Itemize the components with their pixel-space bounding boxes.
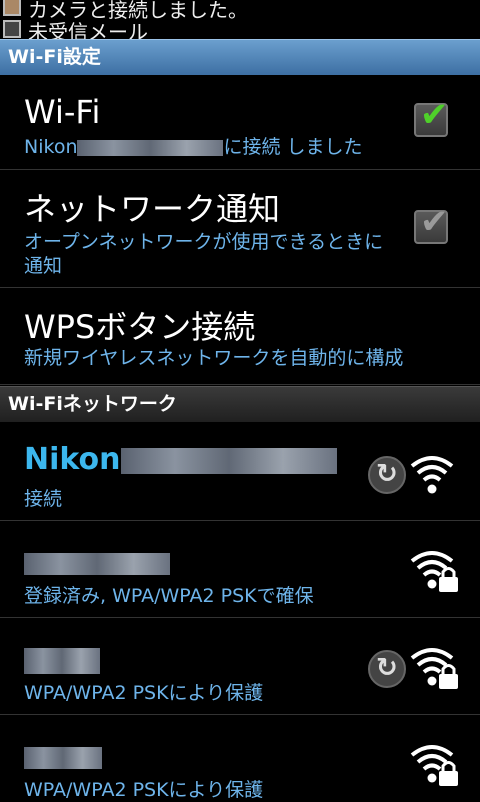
network-name	[24, 739, 102, 774]
wifi-locked-icon	[410, 551, 458, 592]
redacted-ssid	[24, 552, 170, 575]
wps-icon: ↻	[368, 456, 406, 494]
notification-text: 未受信メール	[28, 20, 148, 40]
wifi-locked-icon	[410, 745, 458, 786]
wifi-settings-header: Wi-Fi設定	[0, 39, 480, 75]
wps-button-subtitle: 新規ワイヤレスネットワークを自動的に構成	[24, 347, 404, 369]
network-notification-title: ネットワーク通知	[24, 190, 281, 228]
check-icon: ✔	[420, 202, 449, 242]
network-notification-subtitle: オープンネットワークが使用できるときに通知	[24, 231, 384, 277]
redacted-ssid	[77, 139, 224, 156]
network-status: 接続	[24, 488, 63, 510]
wifi-signal-icon	[410, 456, 454, 494]
check-icon: ✔	[420, 95, 449, 135]
network-item-protected[interactable]: WPA/WPA2 PSKにより保護	[0, 715, 480, 801]
network-name	[24, 642, 100, 677]
network-item-connected[interactable]: Nikon 接続 ↻	[0, 422, 480, 521]
network-status: 登録済み, WPA/WPA2 PSKで確保	[24, 585, 314, 607]
wifi-networks-header: Wi-Fiネットワーク	[0, 386, 480, 422]
notification-bar: カメラと接続しました。 未受信メール	[0, 0, 480, 40]
wifi-checkbox[interactable]: ✔	[414, 95, 449, 137]
network-status: WPA/WPA2 PSKにより保護	[24, 682, 264, 704]
network-name: Nikon	[24, 442, 337, 477]
wps-icon: ↻	[368, 650, 406, 688]
wifi-toggle-title: Wi-Fi	[24, 93, 101, 131]
redacted-ssid	[120, 447, 337, 474]
redacted-ssid	[24, 647, 100, 674]
redacted-ssid	[24, 746, 102, 769]
network-item-protected[interactable]: WPA/WPA2 PSKにより保護 ↻	[0, 618, 480, 715]
network-item-saved[interactable]: 登録済み, WPA/WPA2 PSKで確保	[0, 521, 480, 618]
wifi-toggle-row[interactable]: Wi-Fi Nikon に接続 しました ✔	[0, 75, 480, 170]
wps-button-title: WPSボタン接続	[24, 308, 256, 346]
network-notification-checkbox[interactable]: ✔	[414, 202, 449, 244]
network-notification-row[interactable]: ネットワーク通知 オープンネットワークが使用できるときに通知 ✔	[0, 170, 480, 288]
notification-mail: 未受信メール	[0, 18, 480, 40]
network-status: WPA/WPA2 PSKにより保護	[24, 779, 264, 801]
network-name	[24, 545, 170, 580]
camera-app-icon	[3, 0, 21, 16]
wifi-toggle-subtitle: Nikon に接続 しました	[24, 136, 363, 158]
mail-icon	[3, 20, 21, 38]
wps-button-row[interactable]: WPSボタン接続 新規ワイヤレスネットワークを自動的に構成	[0, 288, 480, 385]
wifi-locked-icon	[410, 648, 458, 689]
